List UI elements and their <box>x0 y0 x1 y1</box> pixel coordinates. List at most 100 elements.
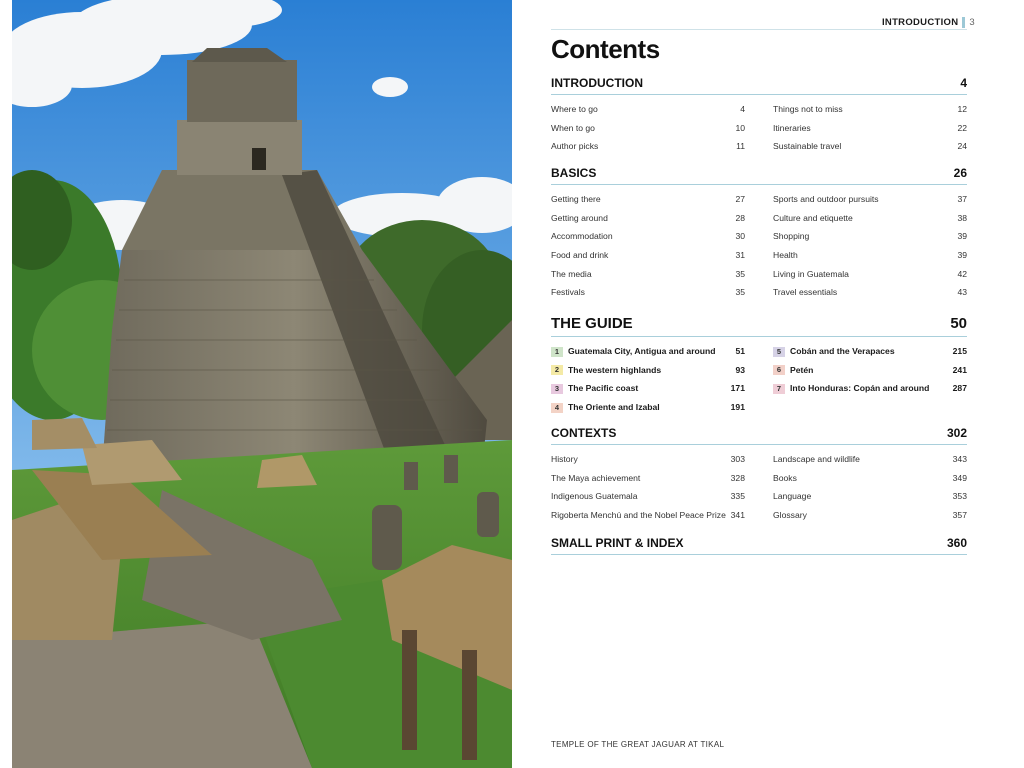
toc-entry[interactable]: Accommodation 30 <box>551 227 745 246</box>
entry-label-wrap: Health <box>773 246 798 265</box>
toc-entry[interactable]: Getting there 27 <box>551 190 745 209</box>
entry-page: 39 <box>957 231 967 242</box>
section-title: BASICS <box>551 166 597 180</box>
chapter-entry[interactable]: 7 Into Honduras: Copán and around 287 <box>773 379 967 398</box>
entry-page: 191 <box>730 402 745 413</box>
section-heading[interactable]: INTRODUCTION 4 <box>551 76 967 95</box>
entry-label: Getting there <box>551 194 601 204</box>
entry-page: 11 <box>736 141 745 152</box>
chapter-entry[interactable]: 4 The Oriente and Izabal 191 <box>551 398 745 417</box>
toc-entry[interactable]: Landscape and wildlife 343 <box>773 450 967 469</box>
entry-label: Into Honduras: Copán and around <box>790 383 930 394</box>
entry-label-wrap: 2 The western highlands <box>551 361 661 380</box>
entry-label: Where to go <box>551 104 598 114</box>
entry-label: Things not to miss <box>773 104 843 114</box>
toc-entry[interactable]: Indigenous Guatemala 335 <box>551 487 745 506</box>
entry-label-wrap: Landscape and wildlife <box>773 450 860 469</box>
toc-entry[interactable]: Author picks 11 <box>551 137 745 156</box>
running-head-bar <box>962 17 966 28</box>
chapter-entry[interactable]: 6 Petén 241 <box>773 361 967 380</box>
entry-label-wrap: Accommodation <box>551 227 613 246</box>
toc-entry[interactable]: Things not to miss 12 <box>773 100 967 119</box>
entry-page: 349 <box>952 472 967 483</box>
toc-entry[interactable]: When to go 10 <box>551 119 745 138</box>
section-page: 50 <box>950 315 967 332</box>
entry-label: Sustainable travel <box>773 141 842 152</box>
entry-label: Shopping <box>773 231 810 242</box>
toc-entry[interactable]: Health 39 <box>773 246 967 265</box>
toc-entry[interactable]: Books 349 <box>773 469 967 488</box>
section-heading[interactable]: CONTEXTS 302 <box>551 426 967 445</box>
toc-entry[interactable]: Festivals 35 <box>551 283 745 302</box>
entry-label-wrap: Things not to miss <box>773 100 843 119</box>
toc-entry[interactable]: Food and drink 31 <box>551 246 745 265</box>
toc-entry[interactable]: Getting around 28 <box>551 209 745 228</box>
entry-label-wrap: Rigoberta Menchú and the Nobel Peace Pri… <box>551 506 726 525</box>
toc-entry[interactable]: Living in Guatemala 42 <box>773 265 967 284</box>
entry-label-wrap: Itineraries <box>773 119 811 138</box>
entry-label-wrap: The Maya achievement <box>551 469 640 488</box>
entry-page: 171 <box>730 383 745 394</box>
toc-entry[interactable]: Itineraries 22 <box>773 119 967 138</box>
section-page: 4 <box>960 76 967 90</box>
entry-label: Petén <box>790 364 814 375</box>
entry-page: 341 <box>730 510 745 521</box>
temple-photo <box>12 0 512 768</box>
toc-entry[interactable]: Where to go 4 <box>551 100 745 119</box>
toc-entry[interactable]: Culture and etiquette 38 <box>773 209 967 228</box>
section-page: 302 <box>946 426 967 440</box>
temple-illustration <box>12 0 512 768</box>
entry-label-wrap: 6 Petén <box>773 361 813 380</box>
section-columns: Where to go 4 When to go 10 Author picks 11 Th… <box>551 95 967 156</box>
chapter-number-badge: 5 <box>773 346 785 357</box>
section-heading[interactable]: SMALL PRINT & INDEX 360 <box>551 536 967 555</box>
entry-label-wrap: 3 The Pacific coast <box>551 379 638 398</box>
toc-entry[interactable]: Rigoberta Menchú and the Nobel Peace Pri… <box>551 506 745 525</box>
chapter-number-badge: 7 <box>773 384 785 395</box>
chapter-entry[interactable]: 1 Guatemala City, Antigua and around 51 <box>551 342 745 361</box>
toc-entry[interactable]: Language 353 <box>773 487 967 506</box>
left-column: 1 Guatemala City, Antigua and around 51 2 Th… <box>551 342 745 417</box>
photo-caption: TEMPLE OF THE GREAT JAGUAR AT TIKAL <box>551 740 725 749</box>
entry-page: 35 <box>735 268 745 279</box>
toc-entry[interactable]: Sports and outdoor pursuits 37 <box>773 190 967 209</box>
entry-label: Festivals <box>551 287 585 298</box>
chapter-entry[interactable]: 3 The Pacific coast 171 <box>551 379 745 398</box>
chapter-number-badge: 1 <box>551 346 563 357</box>
entry-label: The Pacific coast <box>568 383 639 394</box>
entry-page: 93 <box>735 364 745 375</box>
entry-page: 30 <box>735 231 745 242</box>
entry-label-wrap: Sustainable travel <box>773 137 841 156</box>
entry-label-wrap: Food and drink <box>551 246 608 265</box>
toc-entry[interactable]: Shopping 39 <box>773 227 967 246</box>
entry-page: 27 <box>735 194 745 204</box>
entry-label: Books <box>773 472 797 483</box>
contents-page: INTRODUCTION 3 Contents INTRODUCTION 4 Whe… <box>551 0 975 768</box>
entry-label: Guatemala City, Antigua and around <box>568 346 716 356</box>
toc-entry[interactable]: History 303 <box>551 450 745 469</box>
section-heading[interactable]: THE GUIDE 50 <box>551 315 967 337</box>
toc-entry[interactable]: The media 35 <box>551 265 745 284</box>
entry-page: 31 <box>735 250 745 261</box>
page-number: 3 <box>969 17 975 28</box>
entry-page: 10 <box>735 122 745 133</box>
entry-label: Indigenous Guatemala <box>551 491 638 502</box>
entry-page: 241 <box>952 364 967 375</box>
section-heading[interactable]: BASICS 26 <box>551 166 967 185</box>
section-columns: 1 Guatemala City, Antigua and around 51 2 Th… <box>551 337 967 417</box>
toc-entry[interactable]: The Maya achievement 328 <box>551 469 745 488</box>
chapter-entry[interactable]: 5 Cobán and the Verapaces 215 <box>773 342 967 361</box>
toc-entry[interactable]: Sustainable travel 24 <box>773 137 967 156</box>
entry-label-wrap: Shopping <box>773 227 809 246</box>
entry-page: 22 <box>957 122 967 133</box>
section-page: 26 <box>953 166 967 180</box>
entry-label-wrap: When to go <box>551 119 595 138</box>
toc-entry[interactable]: Travel essentials 43 <box>773 283 967 302</box>
toc-entry[interactable]: Glossary 357 <box>773 506 967 525</box>
right-column: Sports and outdoor pursuits 37 Culture and… <box>773 190 967 302</box>
right-column: Things not to miss 12 Itineraries 22 Sustain… <box>773 100 967 156</box>
entry-label: When to go <box>551 122 595 133</box>
section-basics: BASICS 26 Getting there 27 Getting around 28 A… <box>551 166 967 302</box>
entry-page: 43 <box>957 287 967 298</box>
chapter-entry[interactable]: 2 The western highlands 93 <box>551 361 745 380</box>
